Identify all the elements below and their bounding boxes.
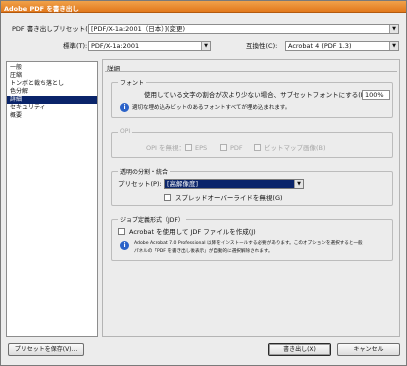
export-button[interactable]: 書き出し(X) — [268, 343, 331, 356]
advanced-panel: 詳細 フォント 使用している文字の割合が次より少ない場合、サブセットフォントにす… — [102, 59, 400, 337]
flattener-preset-value: [高解像度] — [167, 180, 199, 188]
subset-percent-input[interactable]: 100% — [362, 90, 390, 100]
opi-group: OPI OPI を無視： EPS PDF ビットマップ画像(B) — [111, 128, 393, 158]
opi-legend: OPI — [118, 128, 133, 135]
create-jdf-label: Acrobat を使用して JDF ファイルを作成(J) — [129, 228, 256, 236]
info-icon: i — [120, 241, 129, 250]
chevron-down-icon: ▼ — [294, 180, 303, 188]
pdf-checkbox[interactable] — [220, 144, 227, 151]
fonts-note: 適切な埋め込みビットのあるフォントすべてが埋め込まれます。 — [132, 105, 291, 111]
compat-label: 互換性(C): — [246, 42, 278, 50]
bitmap-checkbox[interactable] — [254, 144, 261, 151]
preset-dropdown[interactable]: [PDF/X-1a:2001（日本）](変更) ▼ — [88, 24, 399, 34]
chevron-down-icon: ▼ — [389, 25, 398, 33]
save-preset-button[interactable]: プリセットを保存(V)... — [8, 343, 84, 356]
chevron-down-icon: ▼ — [389, 42, 398, 50]
fonts-group: フォント 使用している文字の割合が次より少ない場合、サブセットフォントにする(M… — [111, 78, 393, 118]
eps-checkbox[interactable] — [185, 144, 192, 151]
sidebar-item-marks-bleeds[interactable]: トンボと裁ち落とし — [7, 80, 97, 88]
pdf-label: PDF — [230, 144, 243, 152]
opi-omit-label: OPI を無視： — [146, 144, 186, 152]
preset-value: [PDF/X-1a:2001（日本）](変更) — [91, 25, 186, 33]
flattener-preset-label: プリセット(P): — [118, 180, 162, 188]
sidebar-item-summary[interactable]: 概要 — [7, 112, 97, 120]
sidebar-item-general[interactable]: 一般 — [7, 64, 97, 72]
standard-value: PDF/X-1a:2001 — [91, 42, 140, 50]
window-title: Adobe PDF を書き出し — [1, 1, 406, 13]
export-pdf-dialog: Adobe PDF を書き出し PDF 書き出しプリセット(S): [PDF/X… — [0, 0, 407, 366]
jdf-group: ジョブ定義形式（JDF） Acrobat を使用して JDF ファイルを作成(J… — [111, 215, 393, 261]
compat-value: Acrobat 4 (PDF 1.3) — [288, 42, 352, 50]
ignore-overrides-checkbox[interactable] — [164, 194, 171, 201]
chevron-down-icon: ▼ — [201, 42, 210, 50]
bitmap-label: ビットマップ画像(B) — [264, 144, 326, 152]
divider — [105, 71, 397, 72]
jdf-note-line2: パネルの「PDF を書き出し後表示」が自動的に選択解除されます。 — [134, 249, 273, 254]
flattener-preset-dropdown[interactable]: [高解像度] ▼ — [164, 179, 304, 189]
fonts-legend: フォント — [118, 78, 147, 87]
eps-label: EPS — [195, 144, 208, 152]
preset-label: PDF 書き出しプリセット(S): — [12, 25, 97, 33]
sidebar-item-output[interactable]: 色分解 — [7, 88, 97, 96]
transparency-legend: 透明の分割・統合 — [118, 167, 171, 176]
category-list[interactable]: 一般 圧縮 トンボと裁ち落とし 色分解 詳細 セキュリティ 概要 — [6, 61, 98, 337]
standard-label: 標準(T): — [63, 42, 88, 50]
jdf-legend: ジョブ定義形式（JDF） — [118, 215, 186, 224]
cancel-button[interactable]: キャンセル — [337, 343, 400, 356]
create-jdf-checkbox[interactable] — [118, 228, 125, 235]
sidebar-item-security[interactable]: セキュリティ — [7, 104, 97, 112]
sidebar-item-compression[interactable]: 圧縮 — [7, 72, 97, 80]
subset-label: 使用している文字の割合が次より少ない場合、サブセットフォントにする(M): — [144, 91, 372, 99]
info-icon: i — [120, 103, 129, 112]
jdf-note-line1: Adobe Acrobat 7.0 Professional 以降をインストール… — [134, 241, 363, 246]
transparency-group: 透明の分割・統合 プリセット(P): [高解像度] ▼ スプレッドオーバーライド… — [111, 167, 393, 206]
sidebar-item-advanced[interactable]: 詳細 — [7, 96, 97, 104]
ignore-overrides-label: スプレッドオーバーライドを無視(G) — [175, 194, 283, 202]
subset-percent-value: 100% — [365, 91, 384, 99]
compat-dropdown[interactable]: Acrobat 4 (PDF 1.3) ▼ — [285, 41, 399, 51]
standard-dropdown[interactable]: PDF/X-1a:2001 ▼ — [88, 41, 211, 51]
